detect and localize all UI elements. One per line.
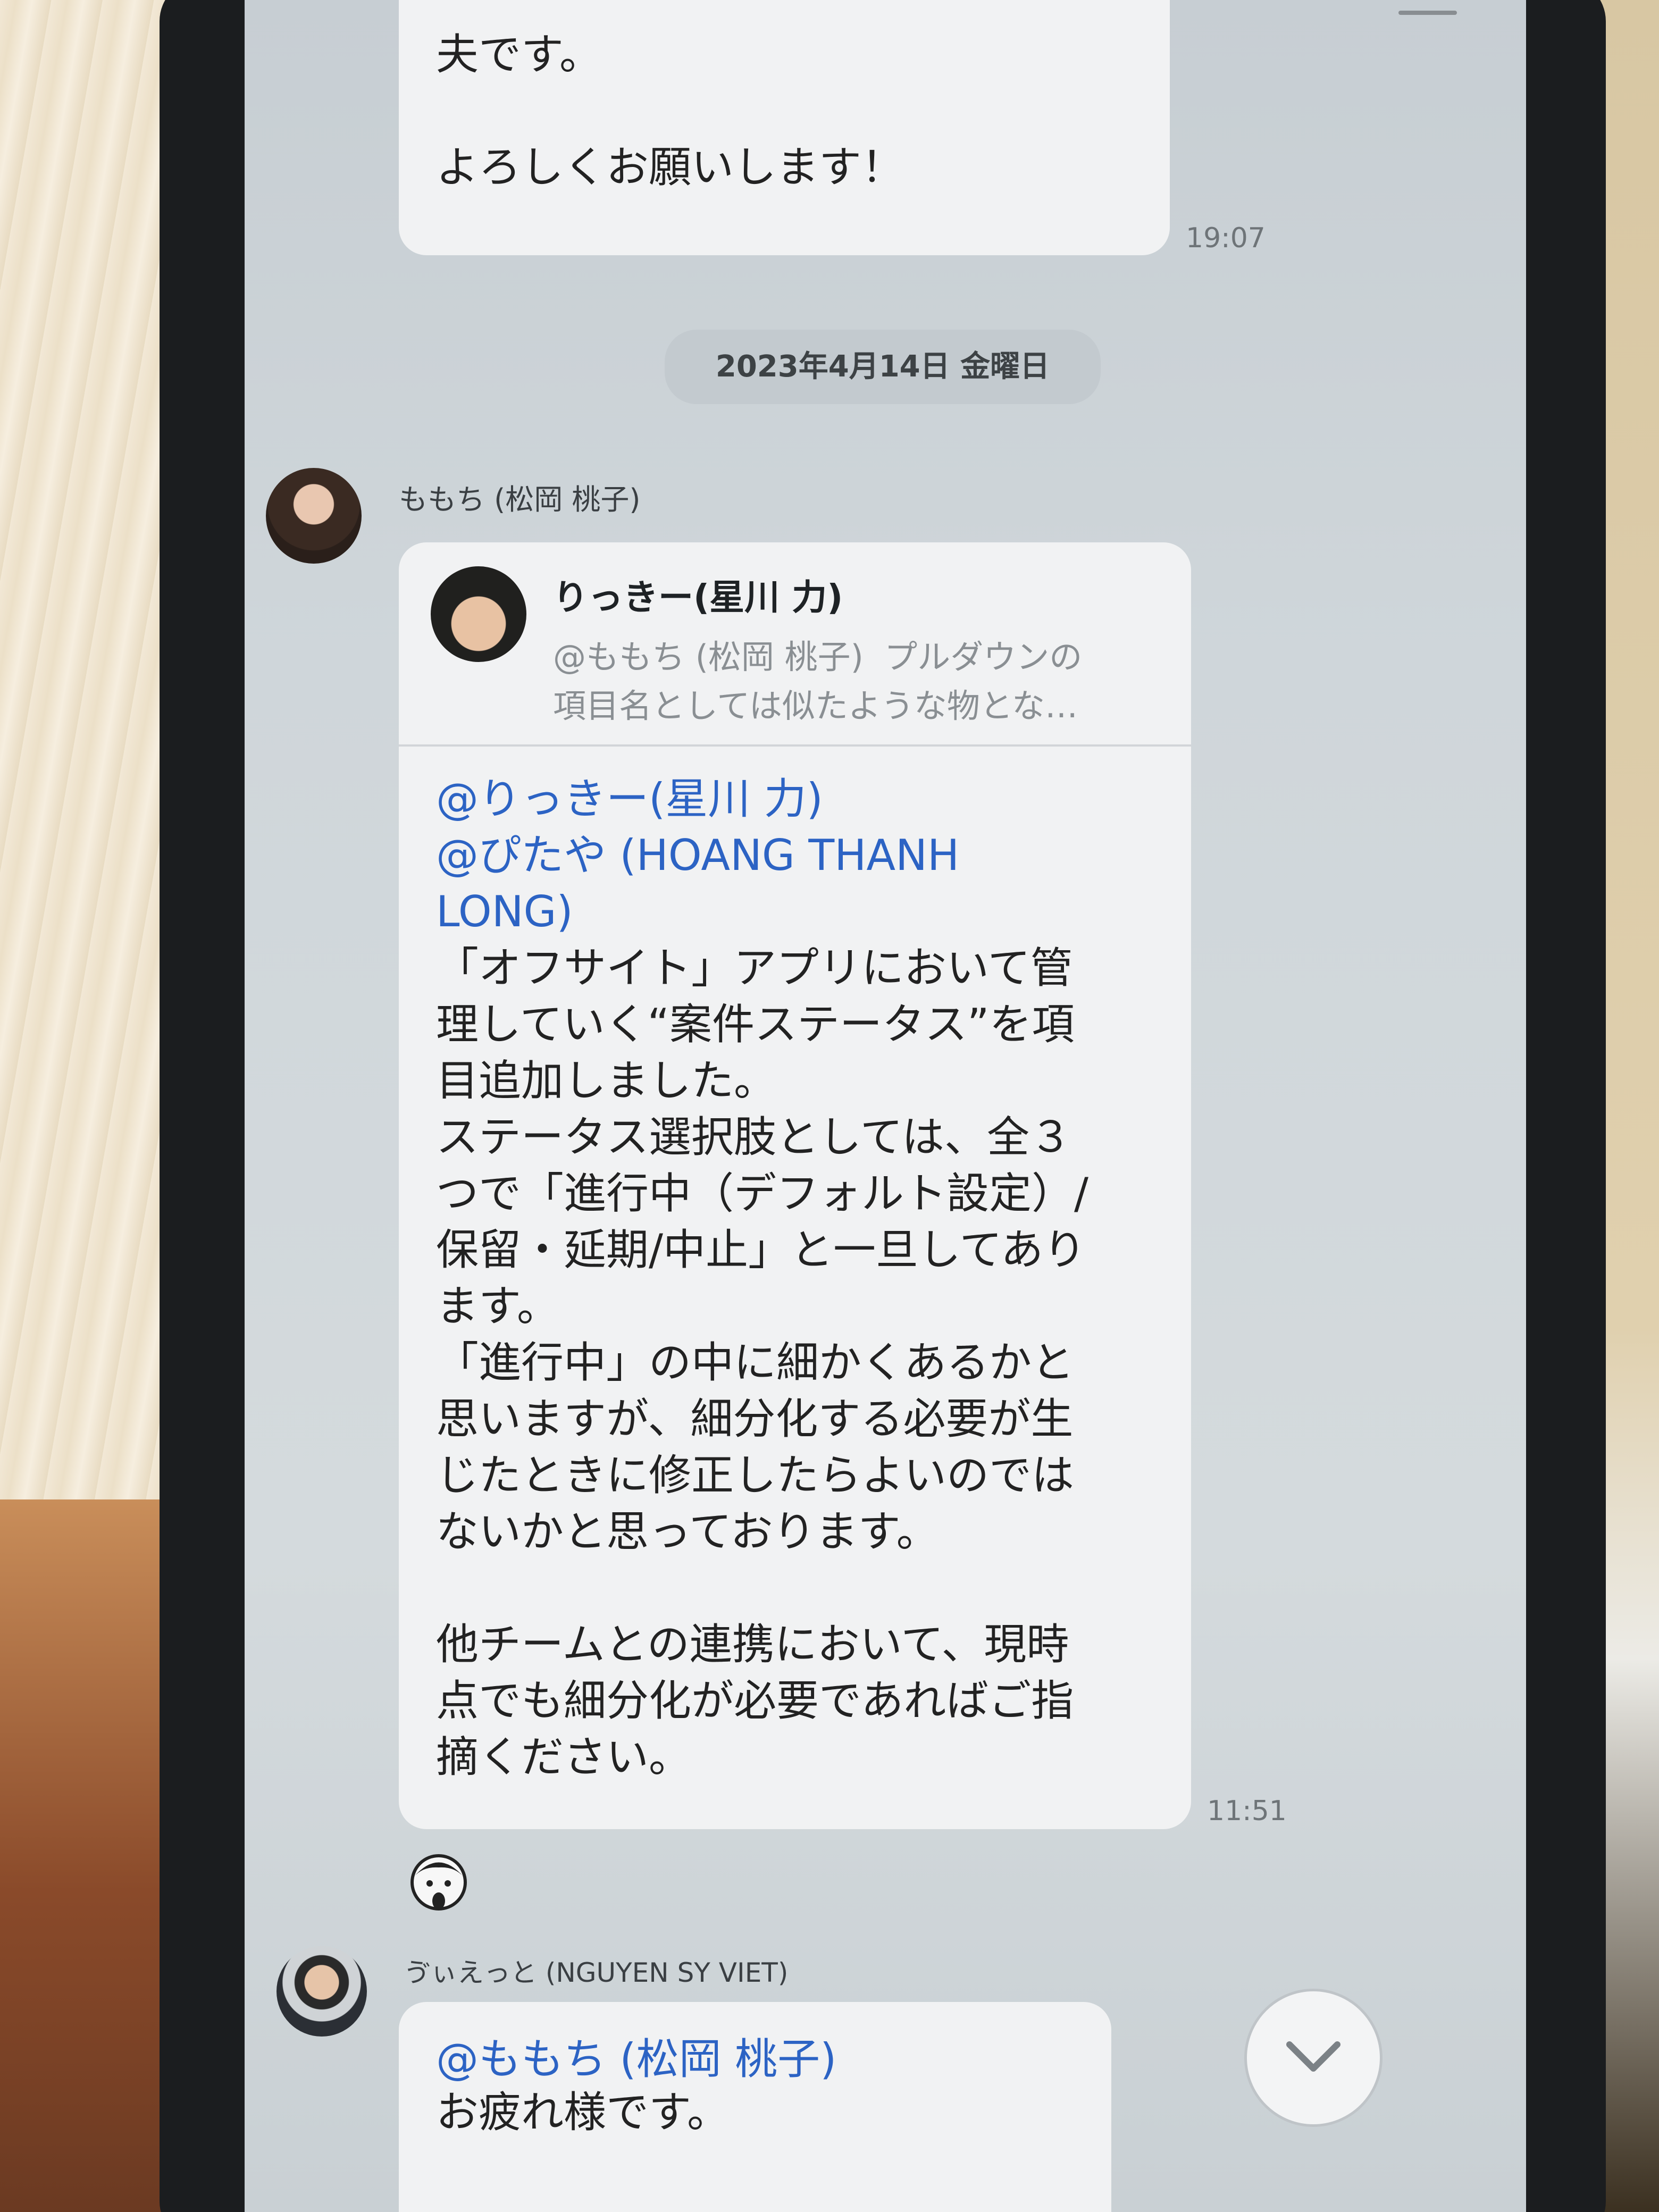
message-time: 19:07 [1186, 222, 1266, 254]
scroll-down-button[interactable] [1244, 1989, 1382, 2127]
chevron-down-icon [1286, 2041, 1340, 2072]
message-text: 夫です。 よろしくお願いします！ [436, 30, 904, 192]
mention-link[interactable]: @ぴたや (HOANG THANH LONG) [436, 827, 959, 940]
mention-link[interactable]: @ももち (松岡 桃子) [436, 2031, 836, 2088]
background-lower [0, 1499, 170, 2212]
message-text: お疲れ様です。 [436, 2088, 730, 2137]
message-time: 11:51 [1207, 1795, 1287, 1827]
date-separator: 2023年4月14日 金曜日 [665, 330, 1101, 404]
background-wood [0, 0, 170, 1499]
header-edge [1398, 11, 1457, 15]
sender-name: ももち (松岡 桃子) [399, 483, 641, 516]
avatar [431, 566, 526, 662]
reaction-face-icon[interactable] [404, 1850, 473, 1920]
message-bubble[interactable]: りっきー(星川 力) @ももち (松岡 桃子) プルダウンの 項目名としては似た… [399, 542, 1191, 1829]
message-text: 「オフサイト」アプリにおいて管 理していく“案件ステータス”を項 目追加しました… [436, 943, 1088, 1782]
quoted-author: りっきー(星川 力) [553, 577, 843, 618]
avatar[interactable] [276, 1946, 367, 2037]
chat-screen: 夫です。 よろしくお願いします！ 19:07 2023年4月14日 金曜日 もも… [245, 0, 1526, 2212]
avatar[interactable] [266, 468, 362, 564]
message-bubble[interactable]: @ももち (松岡 桃子) お疲れ様です。 [399, 2002, 1111, 2212]
quoted-reply[interactable]: りっきー(星川 力) @ももち (松岡 桃子) プルダウンの 項目名としては似た… [399, 542, 1191, 747]
mention-link[interactable]: @りっきー(星川 力) [436, 771, 823, 827]
quoted-preview: @ももち (松岡 桃子) プルダウンの 項目名としては似たような物とな… [553, 638, 1083, 725]
sender-name: ゔぃえっと (NGUYEN SY VIET) [404, 1957, 789, 1988]
message-bubble-previous[interactable]: 夫です。 よろしくお願いします！ [399, 0, 1170, 255]
